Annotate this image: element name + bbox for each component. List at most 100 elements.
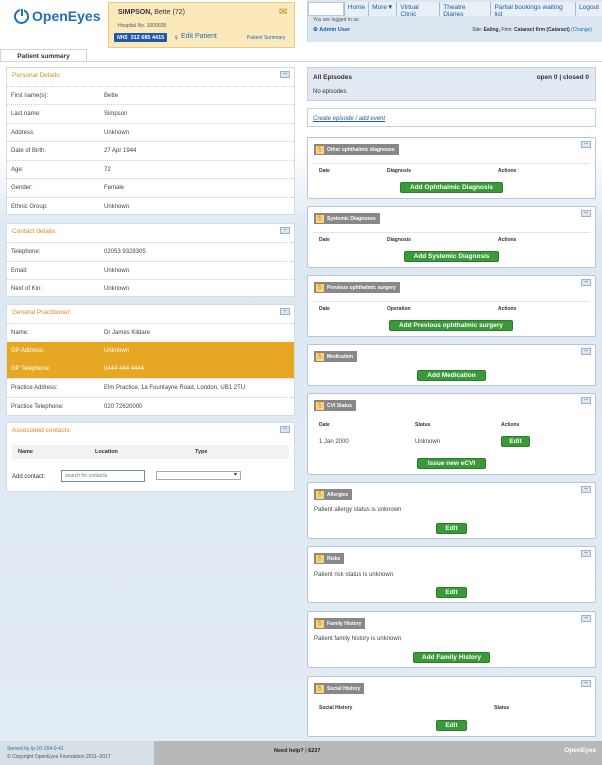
served-by[interactable]: Served by ip-10-154-0-41	[7, 746, 64, 752]
thumb-icon: ✋	[316, 401, 324, 410]
widget-header: ✋ Systemic Diagnoses	[314, 213, 380, 224]
widget-header: ✋ Previous ophthalmic surgery	[314, 282, 400, 293]
widget-header: ✋ Allergies	[314, 489, 353, 500]
edit-cvi-button[interactable]: Edit	[501, 436, 530, 447]
table-header	[313, 301, 590, 315]
thumb-icon: ✋	[316, 145, 324, 154]
col-actions: Actions	[501, 422, 520, 428]
copyright: © Copyright OpenEyes Foundation 2011–201…	[7, 754, 111, 760]
systemic-diagnoses-widget: ✋ Systemic Diagnoses – Date Diagnosis Act…	[307, 206, 596, 268]
edit-risks-button[interactable]: Edit	[436, 587, 467, 598]
add-systemic-diagnosis-button[interactable]: Add Systemic Diagnosis	[404, 251, 499, 262]
issue-ecvi-button[interactable]: Issue new eCVI	[417, 458, 486, 469]
detail-row-highlighted: GP Telephone: 0444 444 4444	[7, 360, 294, 378]
social-history-widget: ✋ Social History – Social History Status …	[307, 676, 596, 737]
change-firm-link[interactable]: (Change)	[571, 27, 592, 33]
risks-widget: ✋ Risks – Patient risk status is unknown …	[307, 546, 596, 603]
col-actions: Actions	[498, 306, 517, 312]
contact-details-panel: Contact details: – Telephone: 02053 93283…	[6, 223, 295, 297]
col-actions: Actions	[498, 237, 517, 243]
col-diagnosis: Diagnosis	[387, 237, 411, 243]
create-episode-link[interactable]: Create episode / add event	[313, 116, 385, 122]
detail-row: Age: 72	[7, 160, 294, 178]
section-title: Contact details:	[12, 228, 57, 235]
medication-widget: ✋ Medication – Add Medication	[307, 344, 596, 386]
add-family-history-button[interactable]: Add Family History	[413, 652, 490, 663]
nav-partial-bookings[interactable]: Partial bookings waiting list	[490, 2, 576, 18]
table-header	[313, 163, 590, 177]
nav-virtual-clinic[interactable]: Virtual Clinic	[396, 2, 440, 18]
general-practitioner-panel: General Practitioner: – Name: Dr James Ki…	[6, 304, 295, 416]
help-text: Need help? | 6237	[274, 748, 321, 754]
thumb-icon: ✋	[316, 619, 324, 628]
documents-icon[interactable]: ✉	[279, 7, 287, 18]
add-contact-label: Add contact:	[12, 474, 46, 480]
nav-blank	[308, 2, 344, 16]
patient-summary-link[interactable]: Patient Summary	[247, 35, 285, 41]
cvi-date: 1 Jan 2000	[319, 439, 349, 445]
collapse-button[interactable]: –	[581, 141, 591, 148]
collapse-button[interactable]: –	[581, 680, 591, 687]
no-episodes-text: No episodes	[313, 89, 347, 95]
widget-header: ✋ Other ophthalmic diagnoses	[314, 144, 399, 155]
collapse-button[interactable]: –	[280, 71, 290, 78]
family-history-widget: ✋ Family History – Patient family history…	[307, 611, 596, 668]
all-episodes-panel: All Episodes open 0 | closed 0 No episod…	[307, 67, 596, 101]
collapse-button[interactable]: –	[280, 227, 290, 234]
detail-row-highlighted: GP Address: Unknown	[7, 342, 294, 360]
detail-row: Practice Telephone: 020 72620000	[7, 397, 294, 415]
nav-bar: Home More▼ Virtual Clinic Theatre Diarie…	[308, 2, 602, 18]
col-status: Status	[494, 705, 510, 711]
hospital-number: Hospital No. 1009028	[118, 23, 167, 29]
add-medication-button[interactable]: Add Medication	[417, 370, 486, 381]
thumb-icon: ✋	[316, 352, 324, 361]
collapse-button[interactable]: –	[581, 486, 591, 493]
episodes-title: All Episodes	[313, 74, 353, 81]
collapse-button[interactable]: –	[581, 615, 591, 622]
collapse-button[interactable]: –	[280, 426, 290, 433]
openeyes-logo[interactable]: OpenEyes	[14, 7, 100, 24]
family-history-text: Patient family history is unknown	[314, 636, 402, 642]
edit-allergies-button[interactable]: Edit	[436, 523, 467, 534]
previous-surgery-widget: ✋ Previous ophthalmic surgery – Date Oper…	[307, 275, 596, 337]
episode-counts: open 0 | closed 0	[536, 74, 589, 81]
logo-icon	[14, 7, 29, 24]
collapse-button[interactable]: –	[581, 550, 591, 557]
thumb-icon: ✋	[316, 283, 324, 292]
nav-logout[interactable]: Logout	[575, 2, 602, 16]
detail-row: Gender: Female	[7, 178, 294, 196]
nav-theatre-diaries[interactable]: Theatre Diaries	[439, 2, 491, 18]
col-date: Date	[319, 422, 330, 428]
collapse-button[interactable]: –	[581, 210, 591, 217]
section-title: Associated contacts:	[12, 427, 72, 434]
nav-more[interactable]: More▼	[368, 2, 397, 16]
contact-type-select[interactable]: ▾	[156, 471, 241, 480]
widget-header: ✋ Risks	[314, 553, 345, 564]
collapse-button[interactable]: –	[581, 348, 591, 355]
add-ophthalmic-diagnosis-button[interactable]: Add Ophthalmic Diagnosis	[400, 182, 503, 193]
top-navigation: Home More▼ Virtual Clinic Theatre Diarie…	[307, 0, 602, 42]
contacts-header: Name Location Type	[12, 445, 289, 459]
detail-row: Address: Unknown	[7, 123, 294, 141]
collapse-button[interactable]: –	[581, 279, 591, 286]
edit-patient-link[interactable]: Edit Patient	[181, 33, 217, 40]
thumb-icon: ✋	[316, 490, 324, 499]
collapse-button[interactable]: –	[581, 397, 591, 404]
footer-left	[0, 741, 154, 765]
edit-social-history-button[interactable]: Edit	[436, 720, 467, 731]
female-icon: ♀	[173, 33, 179, 42]
widget-header: ✋ Medication	[314, 351, 358, 362]
nav-home[interactable]: Home	[343, 2, 369, 16]
add-previous-surgery-button[interactable]: Add Previous ophthalmic surgery	[389, 320, 513, 331]
site-firm: Site: Ealing, Firm: Cataract firm (Catar…	[472, 27, 592, 33]
detail-row: First name(s): Bette	[7, 86, 294, 104]
contact-search-input[interactable]	[61, 470, 145, 482]
patient-panel: SIMPSON, Bette (72) Hospital No. 1009028…	[108, 2, 295, 48]
allergy-status-text: Patient allergy status is unknown	[314, 507, 402, 513]
col-actions: Actions	[498, 168, 517, 174]
collapse-button[interactable]: –	[280, 308, 290, 315]
user-link[interactable]: ⚙ Admin User	[313, 27, 350, 33]
section-title: General Practitioner:	[12, 309, 72, 316]
col-date: Date	[319, 306, 330, 312]
allergies-widget: ✋ Allergies – Patient allergy status is u…	[307, 482, 596, 539]
